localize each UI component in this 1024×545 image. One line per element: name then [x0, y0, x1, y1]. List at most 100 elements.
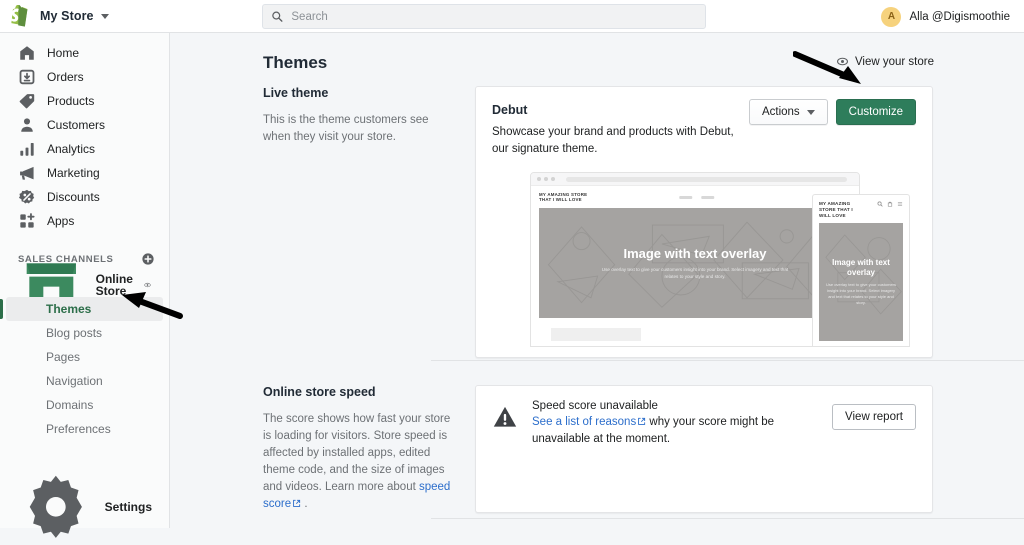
desktop-preview[interactable]: MY AMAZING STORE THAT I WILL LOVE Image …	[530, 172, 860, 347]
store-speed-heading: Online store speed	[263, 385, 376, 399]
theme-description: Showcase your brand and products with De…	[492, 126, 734, 155]
apps-icon	[20, 213, 35, 228]
sidebar-item-preferences[interactable]: Preferences	[6, 417, 163, 441]
live-theme-description: This is the theme customers see when the…	[263, 114, 429, 143]
nav-link-placeholder	[679, 195, 693, 199]
sidebar-item-pages[interactable]: Pages	[6, 345, 163, 369]
sidebar-item-apps[interactable]: Apps	[6, 209, 163, 233]
mobile-preview[interactable]: MY AMAZING STORE THAT I WILL LOVE Image …	[812, 194, 910, 347]
store-switcher[interactable]: My Store	[0, 5, 170, 27]
sidebar-item-domains[interactable]: Domains	[6, 393, 163, 417]
mobile-preview-header: MY AMAZING STORE THAT I WILL LOVE	[813, 195, 909, 223]
theme-card-header: Debut Showcase your brand and products w…	[476, 87, 932, 158]
view-your-store-link[interactable]: View your store	[836, 55, 934, 68]
customize-button[interactable]: Customize	[835, 99, 916, 125]
actions-button[interactable]: Actions	[748, 99, 828, 125]
eye-icon	[836, 57, 848, 66]
home-icon	[20, 46, 34, 60]
sidebar-item-online-store[interactable]: Online Store	[6, 263, 163, 307]
orders-icon	[19, 69, 35, 85]
sidebar-item-label: Blog posts	[46, 326, 103, 340]
speed-score-card: Speed score unavailable See a list of re…	[475, 385, 933, 513]
shopping-bag-icon	[887, 201, 893, 207]
sidebar-item-label: Marketing	[47, 165, 100, 180]
main-content: Themes View your store Live theme This i…	[170, 33, 1024, 528]
analytics-bars-icon	[20, 143, 34, 156]
chevron-down-icon	[806, 109, 815, 115]
warning-triangle-icon	[493, 406, 517, 427]
theme-actions: Actions Customize	[748, 99, 916, 125]
preview-content-block	[551, 328, 641, 341]
sidebar-item-label: Navigation	[46, 374, 103, 388]
discounts-icon	[18, 189, 35, 204]
speed-score-text-block: Speed score unavailable See a list of re…	[532, 400, 822, 448]
theme-card: Debut Showcase your brand and products w…	[475, 86, 933, 358]
sidebar-item-label: Orders	[47, 69, 84, 84]
preview-site-header: MY AMAZING STORE THAT I WILL LOVE	[531, 186, 859, 208]
user-menu[interactable]: A Alla @Digismoothie	[875, 0, 1016, 33]
search-input[interactable]	[291, 5, 697, 28]
sidebar: Home Orders Products Customers Analytics…	[0, 33, 170, 539]
global-search[interactable]	[262, 4, 706, 29]
see-reasons-link[interactable]: See a list of reasons	[532, 416, 636, 428]
store-speed-intro: Online store speed The score shows how f…	[263, 385, 475, 513]
section-divider	[431, 518, 1024, 519]
sidebar-item-label: Preferences	[46, 422, 111, 436]
store-logo-line2: THAT I WILL LOVE	[539, 197, 582, 202]
sidebar-item-themes[interactable]: Themes	[0, 297, 163, 321]
customize-button-label: Customize	[848, 106, 903, 118]
gear-icon	[29, 475, 82, 539]
store-speed-description-suffix: .	[301, 498, 308, 510]
live-theme-intro: Live theme This is the theme customers s…	[263, 86, 475, 358]
mobile-hero-subtitle: Use overlay text to give your customers …	[825, 282, 897, 305]
mobile-preview-hero: Image with text overlay Use overlay text…	[819, 223, 903, 341]
sidebar-item-home[interactable]: Home	[6, 41, 163, 65]
view-report-button[interactable]: View report	[832, 404, 916, 430]
view-your-store-label: View your store	[854, 55, 934, 68]
sidebar-item-label: Discounts	[47, 189, 100, 204]
add-sales-channel-icon[interactable]	[141, 252, 155, 266]
chevron-down-icon	[100, 13, 109, 19]
sidebar-item-navigation[interactable]: Navigation	[6, 369, 163, 393]
sidebar-item-customers[interactable]: Customers	[6, 113, 163, 137]
window-dot	[544, 177, 548, 181]
mobile-logo-line3: WILL LOVE	[819, 213, 846, 218]
store-speed-description: The score shows how fast your store is l…	[263, 411, 457, 513]
sidebar-item-label: Domains	[46, 398, 94, 412]
sidebar-item-label: Online Store	[95, 271, 133, 298]
preview-hero: Image with text overlay Use overlay text…	[539, 208, 851, 318]
address-bar	[566, 176, 847, 182]
sidebar-item-settings[interactable]: Settings	[0, 475, 170, 539]
view-report-button-label: View report	[845, 411, 903, 423]
hero-title: Image with text overlay	[623, 246, 767, 261]
mobile-store-logo: MY AMAZING STORE THAT I WILL LOVE	[819, 201, 853, 219]
search-icon	[272, 11, 283, 22]
speed-score-body: See a list of reasons why your score mig…	[532, 414, 822, 448]
primary-nav: Home Orders Products Customers Analytics…	[0, 33, 169, 233]
avatar: A	[881, 6, 902, 27]
window-dot	[537, 177, 541, 181]
sidebar-item-analytics[interactable]: Analytics	[6, 137, 163, 161]
preview-store-logo: MY AMAZING STORE THAT I WILL LOVE	[539, 192, 587, 203]
theme-preview: MY AMAZING STORE THAT I WILL LOVE Image …	[488, 172, 920, 347]
section-divider	[431, 360, 1024, 361]
preview-site-nav	[679, 195, 715, 199]
sidebar-item-discounts[interactable]: Discounts	[6, 185, 163, 209]
store-name-label: My Store	[40, 9, 94, 23]
customers-icon	[21, 118, 33, 132]
sidebar-item-products[interactable]: Products	[6, 89, 163, 113]
speed-score-content: Speed score unavailable See a list of re…	[476, 386, 932, 462]
external-link-icon	[638, 417, 646, 425]
sidebar-item-label: Customers	[47, 117, 106, 132]
external-link-icon	[293, 499, 301, 507]
hamburger-menu-icon	[897, 202, 903, 206]
sidebar-item-label: Settings	[104, 499, 152, 514]
window-dot	[551, 177, 555, 181]
top-bar: My Store A Alla @Digismoothie	[0, 0, 1024, 33]
sidebar-item-marketing[interactable]: Marketing	[6, 161, 163, 185]
mobile-header-icons	[877, 201, 903, 207]
preview-store-eye-icon[interactable]	[144, 278, 151, 292]
search-icon	[877, 201, 883, 207]
sidebar-item-blog-posts[interactable]: Blog posts	[6, 321, 163, 345]
sidebar-item-orders[interactable]: Orders	[6, 65, 163, 89]
